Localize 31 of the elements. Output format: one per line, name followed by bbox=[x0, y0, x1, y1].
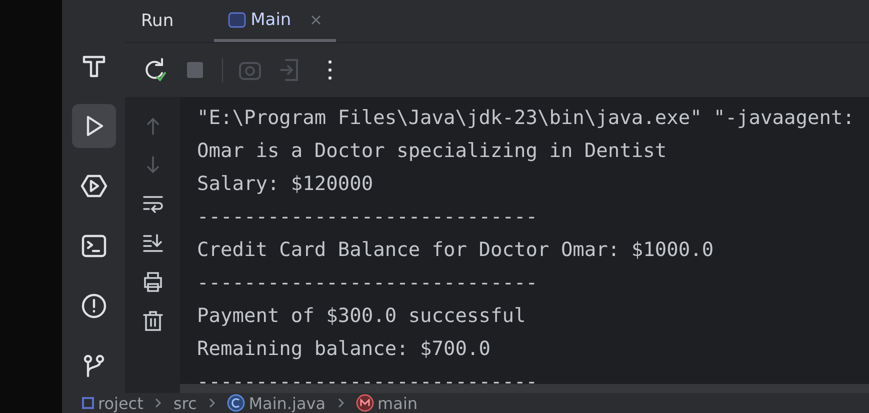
tab-label: Main bbox=[250, 10, 292, 30]
console-line: Payment of $300.0 successful bbox=[197, 303, 526, 329]
console-line: "E:\Program Files\Java\jdk-23\bin\java.exe" "-javaagent: bbox=[197, 105, 854, 131]
chevron-icon bbox=[336, 397, 346, 409]
console-line: Salary: $120000 bbox=[197, 171, 374, 197]
problems-icon bbox=[80, 292, 108, 320]
module-icon bbox=[82, 397, 94, 409]
breadcrumb-item[interactable]: src bbox=[173, 394, 197, 412]
method-icon bbox=[356, 394, 374, 412]
run-tab[interactable]: Main bbox=[214, 0, 336, 42]
breadcrumb-item[interactable]: Main.java bbox=[248, 394, 326, 412]
console-line: ----------------------------- bbox=[197, 369, 538, 393]
scroll-end-icon[interactable] bbox=[140, 231, 164, 255]
close-icon[interactable] bbox=[310, 14, 322, 26]
trash-icon[interactable] bbox=[140, 309, 164, 333]
console-line: ----------------------------- bbox=[197, 270, 538, 296]
console-line: ----------------------------- bbox=[197, 204, 538, 230]
breadcrumb-item[interactable]: roject bbox=[98, 394, 144, 412]
console-line: Omar is a Doctor specializing in Dentist bbox=[197, 138, 667, 164]
breadcrumb-item[interactable]: main bbox=[378, 394, 418, 412]
chevron-icon bbox=[153, 397, 164, 409]
tool-window-title: Run bbox=[141, 11, 174, 31]
terminal-icon bbox=[80, 232, 108, 260]
window-icon bbox=[228, 12, 246, 28]
chevron-icon bbox=[206, 397, 217, 409]
class-icon bbox=[226, 394, 245, 412]
console-line: Remaining balance: $700.0 bbox=[197, 336, 490, 362]
horizontal-scrollbar[interactable] bbox=[180, 384, 869, 393]
run-tool-button[interactable] bbox=[72, 104, 116, 148]
console-line: Credit Card Balance for Doctor Omar: $1000.0 bbox=[197, 237, 714, 263]
services-icon bbox=[80, 172, 108, 200]
